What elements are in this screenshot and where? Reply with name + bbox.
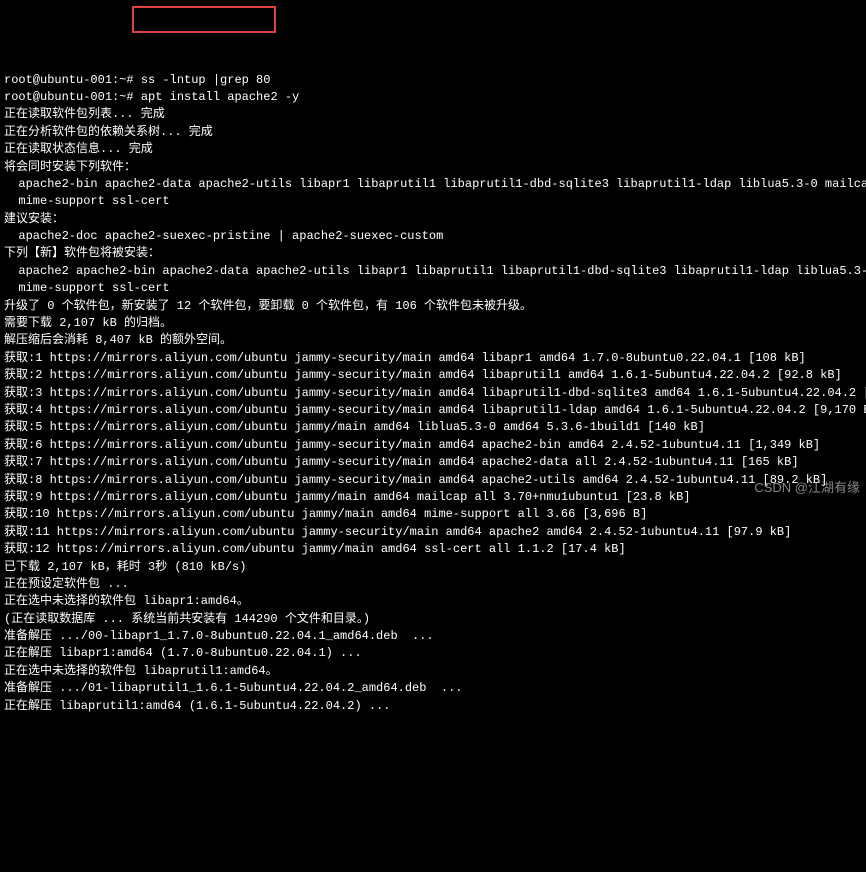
terminal-line: 获取:2 https://mirrors.aliyun.com/ubuntu j… xyxy=(4,367,862,384)
terminal-line: 获取:9 https://mirrors.aliyun.com/ubuntu j… xyxy=(4,489,862,506)
terminal-line: 升级了 0 个软件包，新安装了 12 个软件包，要卸载 0 个软件包，有 106… xyxy=(4,298,862,315)
terminal-line: apache2 apache2-bin apache2-data apache2… xyxy=(4,263,862,280)
watermark: CSDN @江湖有缘 xyxy=(747,460,860,498)
terminal-line: apache2-doc apache2-suexec-pristine | ap… xyxy=(4,228,862,245)
terminal-line: 将会同时安装下列软件： xyxy=(4,159,862,176)
terminal-line: 下列【新】软件包将被安装： xyxy=(4,245,862,262)
terminal-line: mime-support ssl-cert xyxy=(4,280,862,297)
command-highlight-box xyxy=(132,6,276,33)
terminal-line: 正在解压 libaprutil1:amd64 (1.6.1-5ubuntu4.2… xyxy=(4,698,862,715)
terminal-line: 获取:3 https://mirrors.aliyun.com/ubuntu j… xyxy=(4,385,862,402)
terminal-line: 正在读取状态信息... 完成 xyxy=(4,141,862,158)
terminal-line: 获取:7 https://mirrors.aliyun.com/ubuntu j… xyxy=(4,454,862,471)
terminal-line: root@ubuntu-001:~# apt install apache2 -… xyxy=(4,89,862,106)
terminal-line: root@ubuntu-001:~# ss -lntup |grep 80 xyxy=(4,72,862,89)
terminal-line: 正在预设定软件包 ... xyxy=(4,576,862,593)
terminal-line: 获取:11 https://mirrors.aliyun.com/ubuntu … xyxy=(4,524,862,541)
terminal-line: apache2-bin apache2-data apache2-utils l… xyxy=(4,176,862,193)
terminal-line: 正在选中未选择的软件包 libaprutil1:amd64。 xyxy=(4,663,862,680)
terminal-line: 获取:5 https://mirrors.aliyun.com/ubuntu j… xyxy=(4,419,862,436)
terminal-line: 获取:10 https://mirrors.aliyun.com/ubuntu … xyxy=(4,506,862,523)
terminal-line: 获取:12 https://mirrors.aliyun.com/ubuntu … xyxy=(4,541,862,558)
terminal-line: (正在读取数据库 ... 系统当前共安装有 144290 个文件和目录。) xyxy=(4,611,862,628)
terminal-line: 建议安装： xyxy=(4,211,862,228)
terminal-line: mime-support ssl-cert xyxy=(4,193,862,210)
terminal-output[interactable]: root@ubuntu-001:~# ss -lntup |grep 80roo… xyxy=(4,72,862,715)
terminal-line: 已下载 2,107 kB，耗时 3秒 (810 kB/s) xyxy=(4,559,862,576)
terminal-line: 解压缩后会消耗 8,407 kB 的额外空间。 xyxy=(4,332,862,349)
terminal-line: 获取:8 https://mirrors.aliyun.com/ubuntu j… xyxy=(4,472,862,489)
terminal-line: 获取:4 https://mirrors.aliyun.com/ubuntu j… xyxy=(4,402,862,419)
terminal-line: 正在解压 libapr1:amd64 (1.7.0-8ubuntu0.22.04… xyxy=(4,645,862,662)
terminal-line: 获取:6 https://mirrors.aliyun.com/ubuntu j… xyxy=(4,437,862,454)
terminal-line: 正在分析软件包的依赖关系树... 完成 xyxy=(4,124,862,141)
terminal-line: 正在读取软件包列表... 完成 xyxy=(4,106,862,123)
terminal-line: 准备解压 .../00-libapr1_1.7.0-8ubuntu0.22.04… xyxy=(4,628,862,645)
terminal-line: 正在选中未选择的软件包 libapr1:amd64。 xyxy=(4,593,862,610)
terminal-line: 准备解压 .../01-libaprutil1_1.6.1-5ubuntu4.2… xyxy=(4,680,862,697)
terminal-line: 获取:1 https://mirrors.aliyun.com/ubuntu j… xyxy=(4,350,862,367)
terminal-line: 需要下载 2,107 kB 的归档。 xyxy=(4,315,862,332)
